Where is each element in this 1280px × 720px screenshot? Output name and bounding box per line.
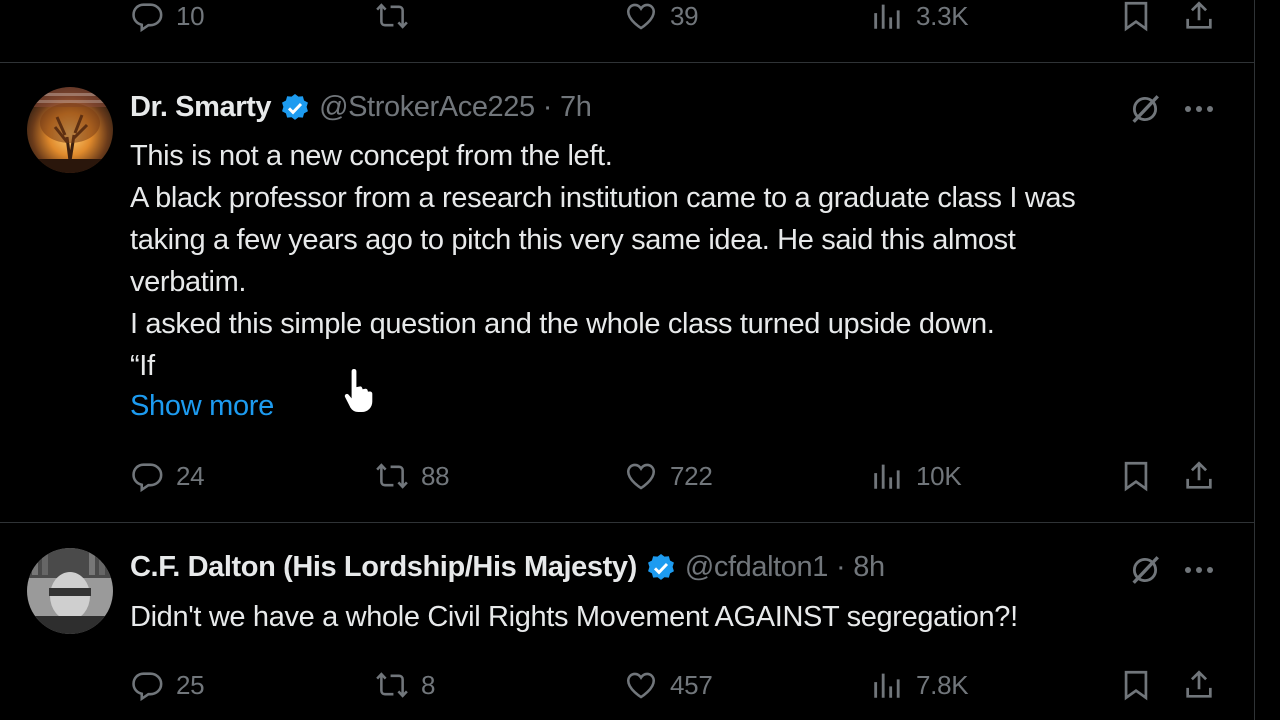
views-icon	[870, 0, 904, 33]
display-name[interactable]: Dr. Smarty	[130, 91, 271, 124]
views-count: 7.8K	[916, 669, 969, 700]
bookmark-button[interactable]	[1119, 460, 1153, 492]
show-more-link[interactable]: Show more	[130, 390, 274, 423]
like-count: 722	[670, 460, 713, 491]
share-button[interactable]	[1182, 460, 1216, 492]
views-icon	[870, 668, 904, 702]
like-count: 457	[670, 669, 713, 700]
tweet-actions: 24 88 722 10K	[130, 460, 1220, 492]
like-icon	[624, 668, 658, 702]
tweet-header: C.F. Dalton (His Lordship/His Majesty) @…	[130, 551, 885, 584]
views-button[interactable]: 7.8K	[870, 668, 969, 702]
bookmark-icon	[1119, 668, 1153, 702]
tweet-text-line: I asked this simple question and the who…	[130, 308, 995, 340]
tweet-text-line: This is not a new concept from the left.	[130, 140, 613, 172]
views-count: 3.3K	[916, 0, 969, 31]
like-icon	[624, 0, 658, 33]
more-icon[interactable]	[1184, 104, 1214, 114]
tweet[interactable]: Dr. Smarty @StrokerAce225 · 7h This is n…	[0, 63, 1254, 522]
reply-count: 10	[176, 0, 205, 31]
like-button[interactable]: 39	[624, 0, 699, 33]
avatar[interactable]	[27, 87, 113, 173]
views-icon	[870, 459, 904, 493]
previous-tweet-actions: 10 39 3.3K	[130, 0, 1220, 32]
separator-dot: ·	[836, 551, 846, 583]
hand-cursor-icon	[342, 366, 375, 414]
reply-icon	[130, 668, 164, 702]
user-handle[interactable]: @StrokerAce225	[319, 91, 535, 124]
reply-icon	[130, 459, 164, 493]
verified-badge-icon	[279, 92, 311, 124]
retweet-count: 8	[421, 669, 436, 700]
grok-icon[interactable]	[1128, 553, 1162, 587]
verified-badge-icon	[645, 552, 677, 584]
tweet-text-line: taking a few years ago to pitch this ver…	[130, 224, 1016, 256]
views-button[interactable]: 3.3K	[870, 0, 969, 33]
tweet-text-line: “If	[130, 350, 155, 382]
views-button[interactable]: 10K	[870, 459, 962, 493]
retweet-button[interactable]: 8	[375, 669, 435, 701]
like-count: 39	[670, 0, 699, 31]
bookmark-icon	[1119, 0, 1153, 33]
share-icon	[1182, 668, 1216, 702]
share-button[interactable]	[1182, 0, 1216, 32]
avatar-photo	[27, 548, 113, 634]
retweet-icon	[375, 0, 409, 33]
retweet-count: 88	[421, 460, 450, 491]
like-button[interactable]: 722	[624, 459, 713, 493]
bookmark-icon	[1119, 459, 1153, 493]
reply-count: 25	[176, 669, 205, 700]
retweet-icon	[375, 459, 409, 493]
reply-icon	[130, 0, 164, 33]
tweet[interactable]: C.F. Dalton (His Lordship/His Majesty) @…	[0, 523, 1254, 720]
timeline-feed: 10 39 3.3K Dr. Smarty @StrokerAce225 · 7…	[0, 0, 1255, 720]
avatar-tree-image	[27, 87, 113, 173]
retweet-button[interactable]: 88	[375, 459, 450, 493]
share-icon	[1182, 0, 1216, 33]
avatar[interactable]	[27, 548, 113, 634]
reply-button[interactable]: 10	[130, 0, 205, 33]
reply-button[interactable]: 25	[130, 668, 205, 702]
bookmark-button[interactable]	[1119, 0, 1153, 32]
reply-count: 24	[176, 460, 205, 491]
timestamp[interactable]: 7h	[560, 91, 592, 124]
views-count: 10K	[916, 460, 962, 491]
more-icon[interactable]	[1184, 565, 1214, 575]
tweet-text-line: A black professor from a research instit…	[130, 182, 1076, 214]
retweet-button[interactable]	[375, 0, 421, 32]
like-icon	[624, 459, 658, 493]
share-button[interactable]	[1182, 669, 1216, 701]
display-name[interactable]: C.F. Dalton (His Lordship/His Majesty)	[130, 551, 637, 584]
reply-button[interactable]: 24	[130, 459, 205, 493]
tweet-header: Dr. Smarty @StrokerAce225 · 7h	[130, 91, 592, 124]
tweet-text: Didn't we have a whole Civil Rights Move…	[130, 596, 1230, 638]
bookmark-button[interactable]	[1119, 669, 1153, 701]
separator-dot: ·	[542, 91, 553, 123]
scrollbar-gutter	[1255, 0, 1280, 720]
like-button[interactable]: 457	[624, 668, 713, 702]
tweet-text: This is not a new concept from the left.…	[130, 135, 1230, 387]
tweet-text-line: Didn't we have a whole Civil Rights Move…	[130, 601, 1018, 633]
tweet-text-line: verbatim.	[130, 266, 247, 298]
retweet-icon	[375, 668, 409, 702]
timestamp[interactable]: 8h	[853, 551, 885, 584]
tweet-actions: 25 8 457 7.8K	[130, 669, 1220, 701]
share-icon	[1182, 459, 1216, 493]
user-handle[interactable]: @cfdalton1	[685, 551, 829, 584]
grok-icon[interactable]	[1128, 92, 1162, 126]
